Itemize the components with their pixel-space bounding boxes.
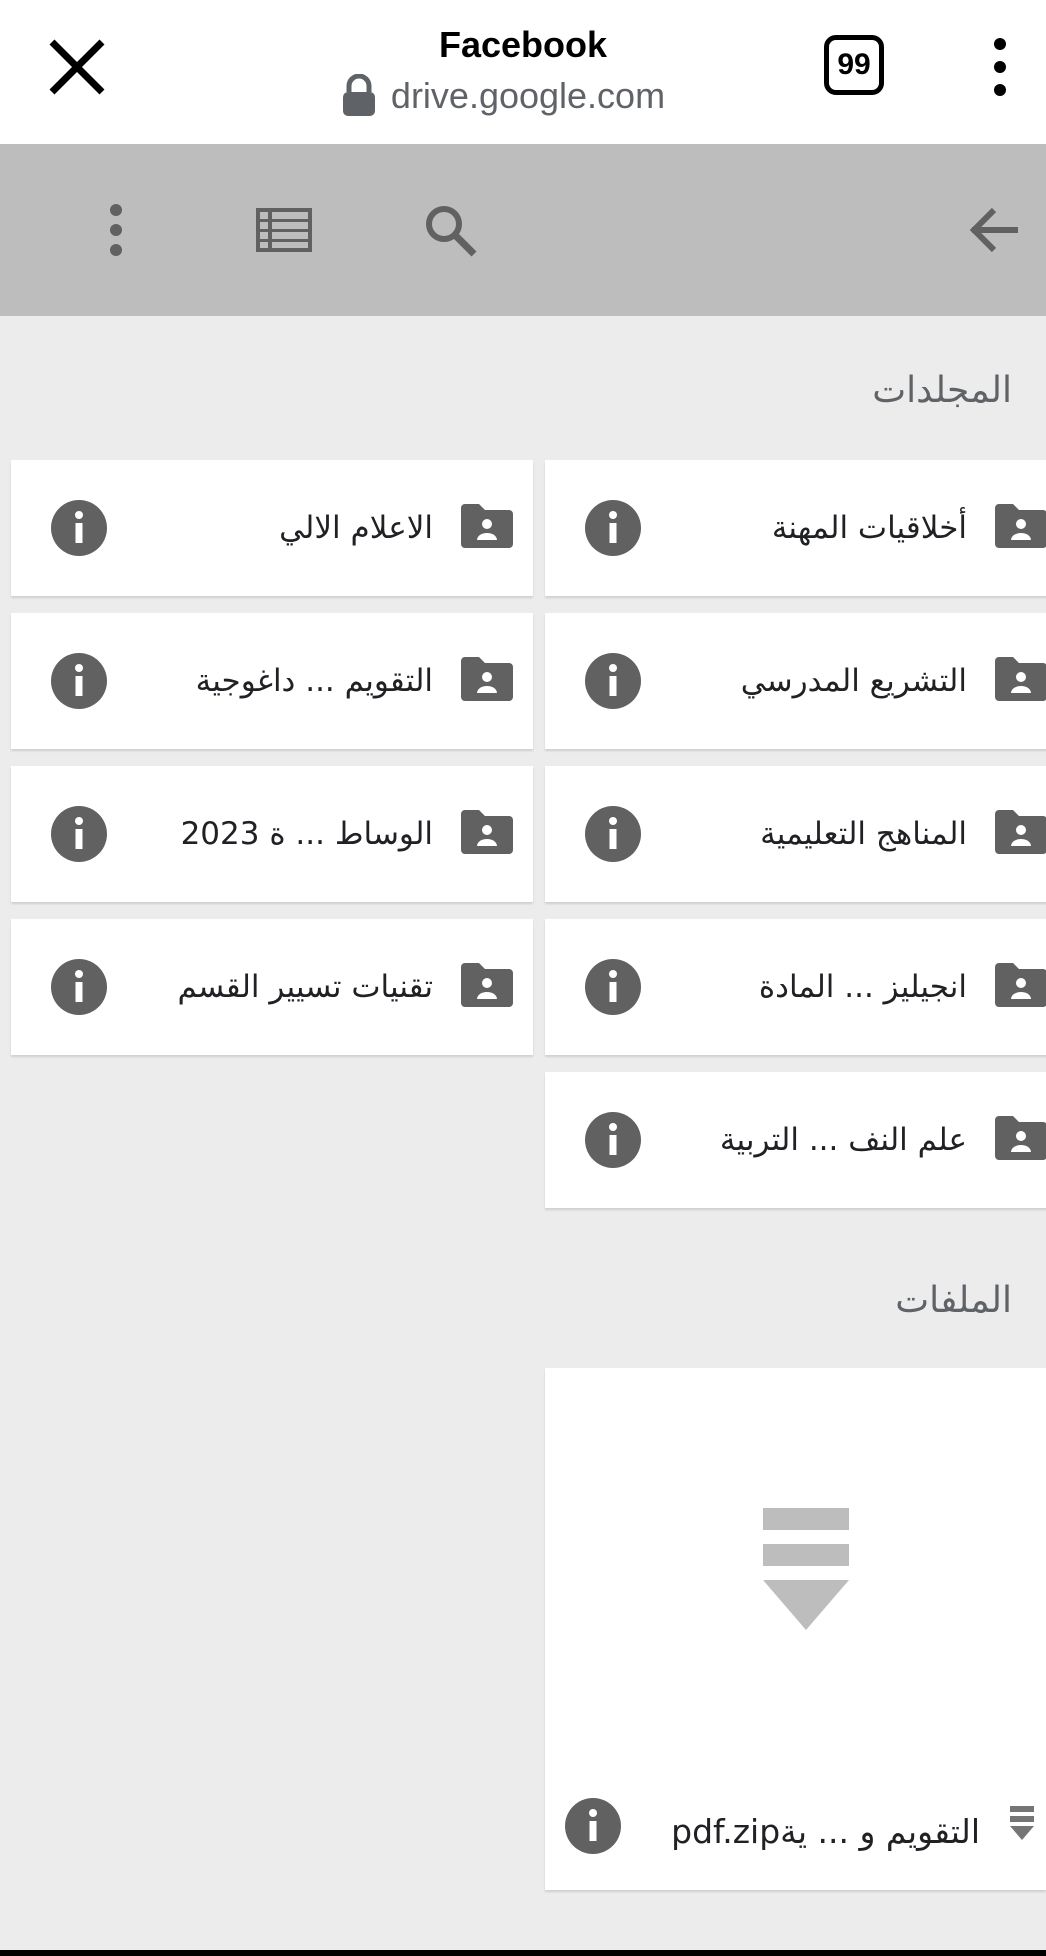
back-arrow-icon[interactable] xyxy=(948,184,1040,276)
zip-type-icon xyxy=(1010,1806,1034,1840)
browser-menu-icon[interactable] xyxy=(980,32,1020,102)
system-nav-bar xyxy=(0,1950,1046,1956)
shared-folder-icon xyxy=(995,504,1046,548)
info-icon[interactable] xyxy=(585,806,641,862)
folder-name: علم النف ... التربية xyxy=(719,1122,967,1158)
drive-toolbar xyxy=(0,144,1046,316)
info-icon[interactable] xyxy=(565,1798,621,1854)
shared-folder-icon xyxy=(461,657,513,701)
folder-item[interactable]: الوساط ... ة 2023 xyxy=(11,766,533,902)
tab-switcher-button[interactable]: 99 xyxy=(824,35,884,95)
list-view-icon[interactable] xyxy=(238,184,330,276)
info-icon[interactable] xyxy=(585,959,641,1015)
files-section-title: الملفات xyxy=(895,1280,1012,1321)
folder-name: الاعلام الالي xyxy=(279,510,433,546)
folder-name: الوساط ... ة 2023 xyxy=(180,816,433,852)
folder-item[interactable]: أخلاقيات المهنة xyxy=(545,460,1046,596)
archive-file-icon xyxy=(763,1508,849,1630)
folder-item[interactable]: المناهج التعليمية xyxy=(545,766,1046,902)
folders-section-title: المجلدات xyxy=(872,370,1012,411)
info-icon[interactable] xyxy=(51,653,107,709)
info-icon[interactable] xyxy=(585,1112,641,1168)
browser-bar: Facebook drive.google.com 99 xyxy=(0,0,1046,144)
page-title: Facebook xyxy=(438,24,608,65)
shared-folder-icon xyxy=(995,810,1046,854)
info-icon[interactable] xyxy=(585,500,641,556)
info-icon[interactable] xyxy=(51,806,107,862)
shared-folder-icon xyxy=(461,963,513,1007)
folder-item[interactable]: علم النف ... التربية xyxy=(545,1072,1046,1208)
lock-icon xyxy=(342,74,375,116)
folder-item[interactable]: انجيليز ... المادة xyxy=(545,919,1046,1055)
url-bar[interactable]: drive.google.com xyxy=(0,72,1046,120)
folder-item[interactable]: التقويم ... داغوجية xyxy=(11,613,533,749)
shared-folder-icon xyxy=(995,963,1046,1007)
folder-name: أخلاقيات المهنة xyxy=(771,510,967,546)
folder-name: انجيليز ... المادة xyxy=(758,969,967,1005)
search-icon[interactable] xyxy=(404,184,496,276)
shared-folder-icon xyxy=(995,657,1046,701)
shared-folder-icon xyxy=(461,504,513,548)
folder-item[interactable]: تقنيات تسيير القسم xyxy=(11,919,533,1055)
folder-name: التقويم ... داغوجية xyxy=(195,663,433,699)
shared-folder-icon xyxy=(461,810,513,854)
info-icon[interactable] xyxy=(51,959,107,1015)
folder-name: التشريع المدرسي xyxy=(740,663,967,699)
folder-name: المناهج التعليمية xyxy=(760,816,967,852)
folder-item[interactable]: التشريع المدرسي xyxy=(545,613,1046,749)
info-icon[interactable] xyxy=(585,653,641,709)
info-icon[interactable] xyxy=(51,500,107,556)
folder-item[interactable]: الاعلام الالي xyxy=(11,460,533,596)
file-item[interactable]: التقويم و ... يةpdf.zip xyxy=(545,1368,1046,1890)
folder-name: تقنيات تسيير القسم xyxy=(177,969,433,1005)
more-vert-icon[interactable] xyxy=(70,184,162,276)
file-name: التقويم و ... يةpdf.zip xyxy=(671,1811,980,1851)
url-host: drive.google.com xyxy=(390,75,666,116)
shared-folder-icon xyxy=(995,1116,1046,1160)
